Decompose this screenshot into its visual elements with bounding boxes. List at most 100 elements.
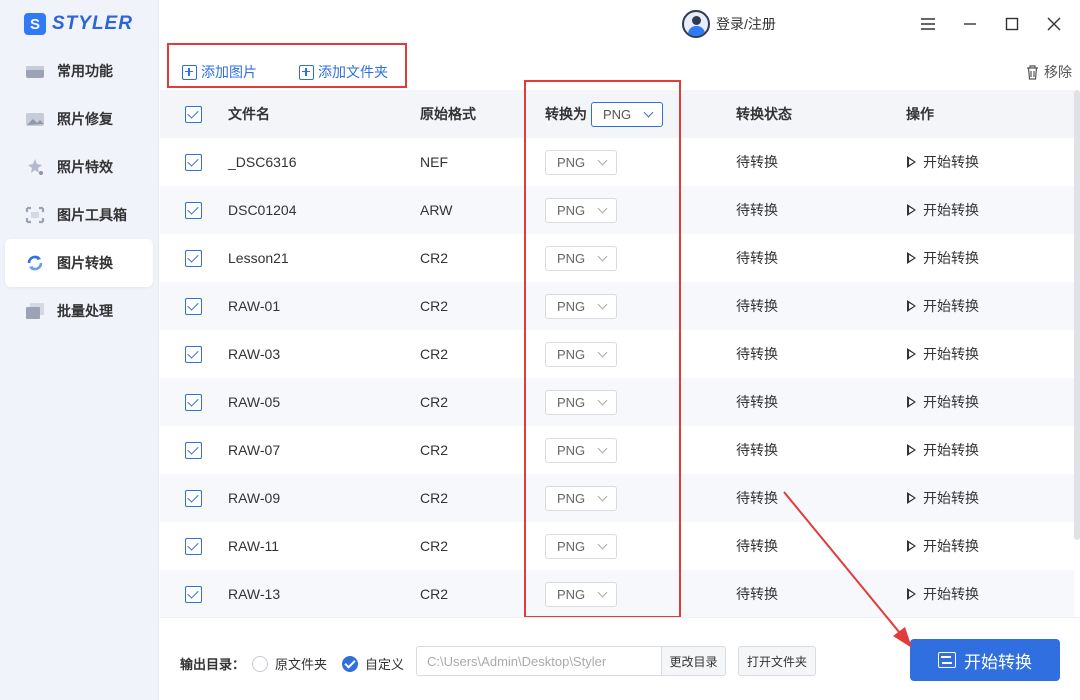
- row-checkbox[interactable]: [185, 441, 202, 459]
- login-button[interactable]: 登录/注册: [682, 10, 776, 38]
- row-checkbox[interactable]: [185, 249, 202, 267]
- chevron-down-icon: [597, 539, 608, 549]
- select-all-checkbox[interactable]: [185, 105, 202, 123]
- row-checkbox[interactable]: [185, 201, 202, 219]
- remove-button[interactable]: 移除: [1025, 62, 1072, 82]
- sidebar-item[interactable]: 照片特效: [5, 143, 153, 191]
- cell-format: CR2: [420, 346, 449, 362]
- row-start-button[interactable]: 开始转换: [907, 392, 979, 412]
- row-start-button[interactable]: 开始转换: [907, 248, 979, 268]
- sidebar: S STYLER 常用功能 照片修复 照片特效 图片工具箱 图片转换 批量处理: [0, 0, 159, 700]
- row-start-label: 开始转换: [923, 442, 979, 458]
- radio-original-folder[interactable]: 原文件夹: [252, 654, 327, 673]
- sidebar-item[interactable]: 常用功能: [5, 47, 153, 95]
- row-format-select[interactable]: PNG: [545, 581, 617, 607]
- cell-filename: RAW-11: [228, 538, 280, 554]
- play-icon: [907, 252, 916, 264]
- cell-format: NEF: [420, 154, 448, 170]
- change-dir-button[interactable]: 更改目录: [661, 646, 726, 676]
- table-row: Lesson21 CR2 PNG 待转换 开始转换: [160, 234, 1074, 282]
- sidebar-item[interactable]: 图片转换: [5, 239, 153, 287]
- row-format-value: PNG: [557, 250, 586, 266]
- cell-status: 待转换: [736, 394, 778, 410]
- row-checkbox[interactable]: [185, 393, 202, 411]
- cell-status: 待转换: [736, 442, 778, 458]
- row-format-select[interactable]: PNG: [545, 197, 617, 223]
- photo-effects-icon: [25, 158, 45, 176]
- cell-filename: _DSC6316: [228, 154, 297, 170]
- play-icon: [907, 540, 916, 552]
- cell-format: CR2: [420, 250, 449, 266]
- radio-custom-label: 自定义: [365, 657, 405, 672]
- row-checkbox[interactable]: [185, 153, 202, 171]
- row-checkbox[interactable]: [185, 489, 202, 507]
- chevron-down-icon: [597, 443, 608, 453]
- row-start-button[interactable]: 开始转换: [907, 584, 979, 604]
- row-start-button[interactable]: 开始转换: [907, 152, 979, 172]
- row-checkbox[interactable]: [185, 297, 202, 315]
- maximize-icon[interactable]: [1002, 14, 1022, 34]
- row-format-select[interactable]: PNG: [545, 245, 617, 271]
- row-format-select[interactable]: PNG: [545, 293, 617, 319]
- cell-format: ARW: [420, 202, 453, 218]
- row-format-select[interactable]: PNG: [545, 437, 617, 463]
- row-format-select[interactable]: PNG: [545, 485, 617, 511]
- row-format-select[interactable]: PNG: [545, 341, 617, 367]
- batch-process-icon: [25, 302, 45, 320]
- sidebar-item[interactable]: 批量处理: [5, 287, 153, 335]
- chevron-down-icon: [597, 587, 608, 597]
- row-checkbox[interactable]: [185, 345, 202, 363]
- sidebar-item-label: 照片修复: [57, 111, 113, 127]
- common-tools-icon: [25, 62, 45, 80]
- row-format-value: PNG: [557, 442, 586, 458]
- row-format-select[interactable]: PNG: [545, 389, 617, 415]
- row-checkbox[interactable]: [185, 537, 202, 555]
- row-start-button[interactable]: 开始转换: [907, 200, 979, 220]
- global-format-select[interactable]: PNG: [591, 101, 663, 127]
- cell-filename: RAW-13: [228, 586, 281, 602]
- row-start-button[interactable]: 开始转换: [907, 488, 979, 508]
- row-start-label: 开始转换: [923, 154, 979, 170]
- table-row: RAW-07 CR2 PNG 待转换 开始转换: [160, 426, 1074, 474]
- sidebar-item-label: 图片工具箱: [57, 207, 127, 223]
- play-icon: [907, 156, 916, 168]
- row-format-select[interactable]: PNG: [545, 533, 617, 559]
- row-format-value: PNG: [557, 394, 586, 410]
- start-convert-button[interactable]: 开始转换: [910, 639, 1060, 681]
- sidebar-item-label: 图片转换: [57, 255, 113, 271]
- menu-icon[interactable]: [918, 14, 938, 34]
- row-start-button[interactable]: 开始转换: [907, 536, 979, 556]
- radio-custom-folder[interactable]: 自定义: [342, 654, 404, 673]
- cell-status: 待转换: [736, 250, 778, 266]
- row-start-button[interactable]: 开始转换: [907, 296, 979, 316]
- convert-icon: [938, 652, 956, 668]
- table-row: RAW-11 CR2 PNG 待转换 开始转换: [160, 522, 1074, 570]
- play-icon: [907, 396, 916, 408]
- image-toolbox-icon: [25, 206, 45, 224]
- scrollbar[interactable]: [1074, 90, 1080, 540]
- open-folder-button[interactable]: 打开文件夹: [738, 646, 816, 676]
- row-start-button[interactable]: 开始转换: [907, 440, 979, 460]
- table-row: RAW-03 CR2 PNG 待转换 开始转换: [160, 330, 1074, 378]
- play-icon: [907, 492, 916, 504]
- row-format-value: PNG: [557, 538, 586, 554]
- row-start-button[interactable]: 开始转换: [907, 344, 979, 364]
- image-convert-icon: [25, 254, 45, 272]
- chevron-down-icon: [597, 251, 608, 261]
- output-path-input[interactable]: [416, 646, 662, 676]
- row-format-select[interactable]: PNG: [545, 149, 617, 175]
- remove-label: 移除: [1044, 64, 1072, 80]
- play-icon: [907, 348, 916, 360]
- sidebar-item[interactable]: 图片工具箱: [5, 191, 153, 239]
- cell-status: 待转换: [736, 346, 778, 362]
- sidebar-item[interactable]: 照片修复: [5, 95, 153, 143]
- row-format-value: PNG: [557, 490, 586, 506]
- table-row: RAW-01 CR2 PNG 待转换 开始转换: [160, 282, 1074, 330]
- minimize-icon[interactable]: [960, 14, 980, 34]
- close-icon[interactable]: [1044, 14, 1064, 34]
- row-checkbox[interactable]: [185, 585, 202, 603]
- cell-format: CR2: [420, 442, 449, 458]
- cell-format: CR2: [420, 490, 449, 506]
- play-icon: [907, 444, 916, 456]
- row-start-label: 开始转换: [923, 202, 979, 218]
